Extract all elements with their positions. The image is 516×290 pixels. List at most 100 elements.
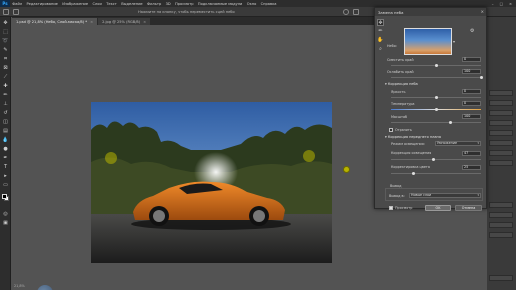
shift-edge-input[interactable]: 0 [462, 57, 481, 62]
flip-checkbox[interactable] [389, 128, 393, 132]
scale-input[interactable]: 100 [462, 114, 481, 119]
foreground-color-swatch[interactable] [2, 194, 7, 199]
home-icon[interactable] [3, 9, 9, 15]
gradient-tool-icon[interactable]: ▤ [2, 128, 9, 134]
zoom-readout[interactable]: 21,8% [14, 284, 25, 288]
screen-mode-icon[interactable]: ▣ [2, 220, 9, 226]
brightness-label: Яркость [391, 90, 406, 94]
panel-row[interactable] [489, 100, 513, 106]
move-tool-icon[interactable]: ✥ [2, 20, 9, 26]
temperature-input[interactable]: 0 [462, 101, 481, 106]
tool-preset-icon[interactable] [13, 9, 19, 15]
temperature-slider[interactable] [391, 107, 481, 111]
history-brush-icon[interactable]: ↺ [2, 110, 9, 116]
lighting-mode-select[interactable]: Умножение ▾ [435, 141, 481, 146]
chevron-down-icon[interactable]: ▾ [453, 39, 455, 44]
menu-edit[interactable]: Редактирование [24, 2, 60, 6]
panel-row[interactable] [489, 150, 513, 156]
panel-row[interactable] [489, 160, 513, 166]
sky-move-tool-icon[interactable]: ✥ [377, 19, 384, 26]
panel-row[interactable] [489, 120, 513, 126]
panel-row[interactable] [489, 232, 513, 238]
panel-row[interactable] [489, 130, 513, 136]
marquee-tool-icon[interactable]: ⬚ [2, 29, 9, 35]
color-adjust-input[interactable]: 25 [462, 165, 481, 170]
slider-thumb[interactable] [431, 157, 435, 161]
close-icon[interactable]: × [509, 2, 512, 6]
gear-icon[interactable]: ⚙ [470, 28, 474, 34]
search-icon[interactable] [343, 9, 349, 15]
hand-tool-icon[interactable]: ✋ [377, 37, 384, 44]
menu-image[interactable]: Изображение [60, 2, 90, 6]
panel-row[interactable] [489, 90, 513, 96]
stamp-tool-icon[interactable]: ⊥ [2, 101, 9, 107]
menu-select[interactable]: Выделение [119, 2, 145, 6]
frame-tool-icon[interactable]: ⊠ [2, 65, 9, 71]
slider-thumb[interactable] [434, 95, 438, 99]
fade-edge-input[interactable]: 100 [462, 69, 481, 74]
fade-edge-slider[interactable] [391, 75, 483, 79]
menu-filter[interactable]: Фильтр [145, 2, 164, 6]
panel-row[interactable] [489, 212, 513, 218]
close-icon[interactable]: × [481, 9, 484, 14]
sky-adjust-section[interactable]: ▾ Коррекция неба [385, 82, 418, 86]
sky-brush-icon[interactable]: ✏ [377, 28, 384, 35]
shape-tool-icon[interactable]: ▭ [2, 182, 9, 188]
foreground-adjust-section[interactable]: ▾ Коррекция переднего плана [385, 135, 441, 139]
crop-tool-icon[interactable]: ⌗ [2, 56, 9, 62]
slider-thumb[interactable] [412, 171, 415, 175]
canvas-area[interactable] [12, 26, 389, 290]
path-select-icon[interactable]: ▸ [2, 173, 9, 179]
dodge-tool-icon[interactable]: ● [2, 146, 9, 152]
eraser-icon[interactable]: ◫ [2, 119, 9, 125]
output-select[interactable]: Новые слои ▾ [409, 193, 481, 198]
eyedropper-icon[interactable]: ⟋ [2, 74, 9, 80]
chevron-down-icon: ▾ [477, 193, 479, 197]
blur-tool-icon[interactable]: 💧 [2, 137, 9, 143]
zoom-tool-icon[interactable]: ⌕ [377, 46, 384, 53]
maximize-icon[interactable]: □ [500, 2, 503, 6]
close-tab-icon[interactable]: × [90, 20, 93, 24]
minimize-icon[interactable]: – [492, 2, 494, 6]
lasso-tool-icon[interactable]: ➰ [2, 38, 9, 44]
brush-tool-icon[interactable]: ✏ [2, 92, 9, 98]
slider-thumb[interactable] [434, 107, 438, 111]
panel-row[interactable] [489, 222, 513, 228]
tab-document-1[interactable]: 1.psd @ 21,8% (Небо, Слой-маска/8) * × [12, 18, 98, 25]
menu-view[interactable]: Просмотр [173, 2, 196, 6]
menu-help[interactable]: Справка [258, 2, 278, 6]
panel-row[interactable] [489, 275, 513, 281]
tab-document-2[interactable]: 2.jpg @ 25% (RGB/8) × [98, 18, 151, 25]
preview-checkbox[interactable] [389, 206, 393, 210]
menu-window[interactable]: Окно [245, 2, 259, 6]
sky-preset-thumbnail[interactable] [404, 28, 452, 55]
menu-plugins[interactable]: Подключаемые модули [196, 2, 245, 6]
healing-brush-icon[interactable]: ✚ [2, 83, 9, 89]
menu-type[interactable]: Текст [104, 2, 119, 6]
menu-file[interactable]: Файл [10, 2, 24, 6]
color-adjust-slider[interactable] [391, 171, 481, 175]
menu-3d[interactable]: 3D [163, 2, 172, 6]
lighting-adjust-slider[interactable] [391, 157, 481, 161]
pen-tool-icon[interactable]: ✒ [2, 155, 9, 161]
panel-row[interactable] [489, 110, 513, 116]
brightness-input[interactable]: 0 [462, 89, 481, 94]
slider-thumb[interactable] [434, 63, 438, 67]
slider-thumb[interactable] [448, 120, 452, 124]
workspace-icon[interactable] [353, 9, 359, 15]
panel-row[interactable] [489, 202, 513, 208]
quick-select-icon[interactable]: ✎ [2, 47, 9, 53]
document-image[interactable] [91, 102, 332, 263]
brightness-slider[interactable] [391, 95, 481, 99]
ok-button[interactable]: OK [425, 205, 451, 211]
menu-layers[interactable]: Слои [90, 2, 104, 6]
close-tab-icon[interactable]: × [143, 20, 146, 24]
slider-thumb[interactable] [479, 75, 483, 79]
panel-row[interactable] [489, 140, 513, 146]
type-tool-icon[interactable]: T [2, 164, 9, 170]
quick-mask-icon[interactable]: ◎ [2, 211, 9, 217]
lighting-adjust-input[interactable]: 47 [462, 151, 481, 156]
cancel-button[interactable]: Отмена [455, 205, 482, 211]
scale-slider[interactable] [391, 120, 481, 124]
shift-edge-slider[interactable] [391, 63, 481, 67]
